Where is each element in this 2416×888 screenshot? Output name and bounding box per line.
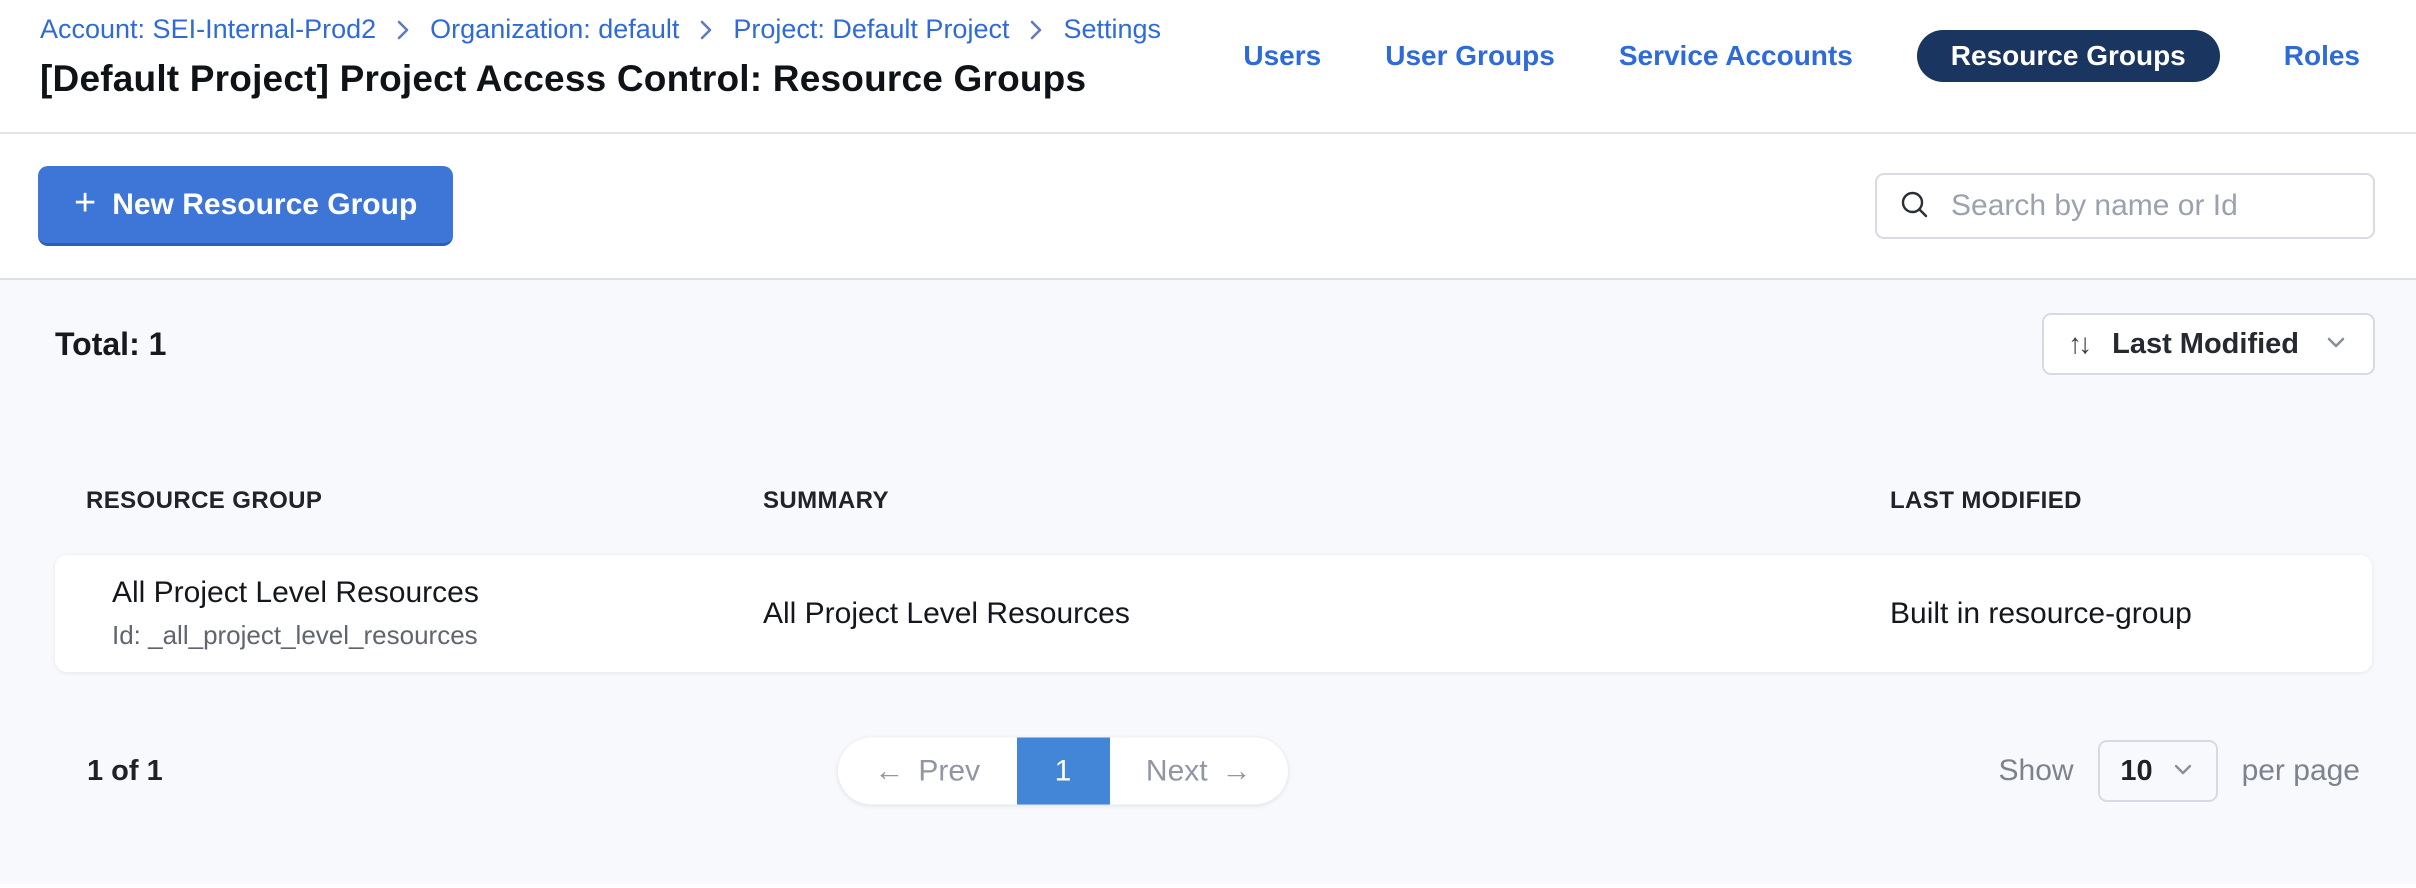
- chevron-right-icon: [695, 16, 717, 44]
- tab-user-groups[interactable]: User Groups: [1385, 30, 1555, 82]
- sort-dropdown[interactable]: ↑↓ Last Modified: [2042, 313, 2375, 375]
- column-header-summary: SUMMARY: [763, 487, 1890, 515]
- table-header-row: RESOURCE GROUP SUMMARY LAST MODIFIED: [55, 487, 2372, 515]
- chevron-right-icon: [392, 16, 414, 44]
- summary-cell: All Project Level Resources: [763, 597, 1890, 631]
- table-row[interactable]: All Project Level Resources Id: _all_pro…: [55, 555, 2372, 672]
- header-left: Account: SEI-Internal-Prod2 Organization…: [40, 12, 1161, 100]
- arrow-left-icon: ←: [874, 754, 904, 788]
- page-range-label: 1 of 1: [87, 755, 163, 788]
- per-page-label: per page: [2242, 754, 2360, 788]
- chevron-right-icon: [1025, 16, 1047, 44]
- search-box[interactable]: [1875, 173, 2375, 239]
- page-header: Account: SEI-Internal-Prod2 Organization…: [0, 0, 2416, 134]
- column-header-last-modified: LAST MODIFIED: [1890, 487, 2372, 515]
- search-icon: [1897, 188, 1933, 224]
- access-control-tabs: Users User Groups Service Accounts Resou…: [1243, 30, 2360, 82]
- breadcrumb-settings[interactable]: Settings: [1063, 12, 1161, 46]
- prev-page-button[interactable]: ← Prev: [838, 738, 1017, 805]
- arrow-right-icon: →: [1222, 754, 1252, 788]
- resource-group-cell: All Project Level Resources Id: _all_pro…: [112, 576, 763, 651]
- chevron-down-icon: [2323, 329, 2349, 360]
- next-page-button[interactable]: Next →: [1110, 738, 1289, 805]
- total-count: Total: 1: [55, 326, 166, 363]
- toolbar: + New Resource Group: [0, 134, 2416, 280]
- breadcrumb-organization[interactable]: Organization: default: [430, 12, 679, 46]
- pager: ← Prev 1 Next →: [838, 738, 1288, 805]
- tab-users[interactable]: Users: [1243, 30, 1321, 82]
- resource-group-list-section: Total: 1 ↑↓ Last Modified RESOURCE GROUP…: [0, 280, 2416, 884]
- current-page-button[interactable]: 1: [1017, 738, 1110, 805]
- breadcrumb-project[interactable]: Project: Default Project: [733, 12, 1009, 46]
- list-toolbar: Total: 1 ↑↓ Last Modified: [0, 280, 2416, 375]
- new-resource-group-button[interactable]: + New Resource Group: [38, 166, 453, 246]
- prev-label: Prev: [918, 754, 980, 788]
- sort-arrows-icon: ↑↓: [2068, 328, 2088, 360]
- page-size-value: 10: [2120, 755, 2152, 788]
- page-title: [Default Project] Project Access Control…: [40, 58, 1161, 100]
- plus-icon: +: [74, 184, 96, 222]
- new-resource-group-label: New Resource Group: [112, 188, 417, 222]
- pagination-row: 1 of 1 ← Prev 1 Next → Show 10 per page: [0, 737, 2416, 805]
- next-label: Next: [1146, 754, 1208, 788]
- sort-selected-value: Last Modified: [2106, 328, 2305, 361]
- column-header-resource-group: RESOURCE GROUP: [86, 487, 763, 515]
- tab-service-accounts[interactable]: Service Accounts: [1619, 30, 1853, 82]
- chevron-down-icon: [2171, 757, 2195, 786]
- breadcrumb: Account: SEI-Internal-Prod2 Organization…: [40, 12, 1161, 46]
- page-size-select[interactable]: 10: [2098, 740, 2218, 802]
- resource-group-id: Id: _all_project_level_resources: [112, 620, 763, 651]
- last-modified-cell: Built in resource-group: [1890, 597, 2372, 631]
- tab-roles[interactable]: Roles: [2284, 30, 2360, 82]
- search-input[interactable]: [1951, 189, 2353, 223]
- tab-resource-groups[interactable]: Resource Groups: [1917, 30, 2220, 82]
- page-size-control: Show 10 per page: [1999, 740, 2360, 802]
- resource-group-name: All Project Level Resources: [112, 576, 763, 610]
- breadcrumb-account[interactable]: Account: SEI-Internal-Prod2: [40, 12, 376, 46]
- show-label: Show: [1999, 754, 2074, 788]
